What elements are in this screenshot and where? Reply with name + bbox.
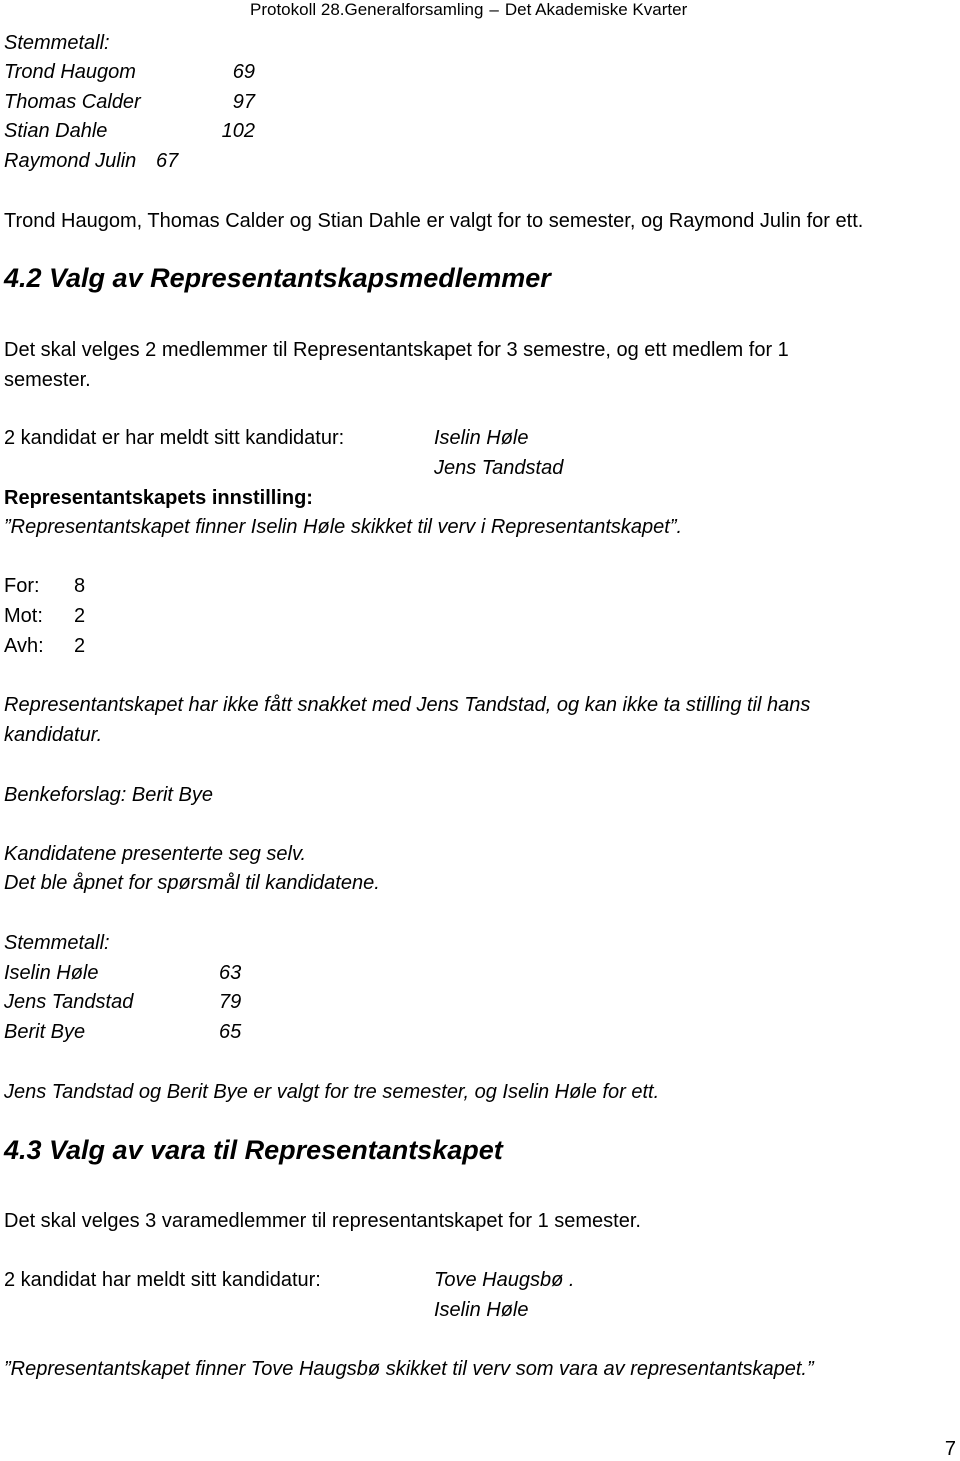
candidate-name: Jens Tandstad (434, 457, 564, 479)
header-title: Protokoll 28.Generalforsamling (250, 0, 484, 19)
vote-count: 67 (156, 150, 179, 172)
candidates-label: 2 kandidat har meldt sitt kandidatur: (4, 1269, 321, 1291)
header-organization: Det Akademiske Kvarter (504, 0, 688, 19)
tally-value: 2 (74, 605, 86, 627)
note-text-cont: kandidatur. (4, 724, 103, 746)
vote-name: Raymond Julin (4, 150, 137, 172)
votes-title: Stemmetall: (4, 932, 110, 954)
vote-count: 69 (232, 61, 255, 83)
presentation-note: Kandidatene presenterte seg selv. (4, 843, 307, 865)
vote-name: Jens Tandstad (4, 991, 134, 1013)
section-heading: 4.3 Valg av vara til Representantskapet (4, 1135, 503, 1165)
tally-label: Mot: (4, 605, 43, 627)
vote-name: Trond Haugom (4, 61, 136, 83)
section-intro-cont: semester. (4, 369, 91, 391)
header-separator: – (489, 0, 499, 19)
questions-note: Det ble åpnet for spørsmål til kandidate… (4, 872, 380, 894)
recommendation-text: ”Representantskapet finner Tove Haugsbø … (4, 1358, 814, 1380)
vote-count: 63 (219, 962, 242, 984)
page-header: Protokoll 28.Generalforsamling – Det Akade… (250, 0, 687, 20)
recommendation-label: Representantskapets innstilling: (4, 487, 313, 509)
vote-name: Iselin Høle (4, 962, 99, 984)
candidate-name: Tove Haugsbø . (434, 1269, 575, 1291)
tally-label: For: (4, 575, 40, 597)
section-intro: Det skal velges 3 varamedlemmer til repr… (4, 1210, 641, 1232)
vote-name: Thomas Calder (4, 91, 141, 113)
page-number: 7 (944, 1438, 956, 1460)
candidates-label: 2 kandidat er har meldt sitt kandidatur: (4, 427, 345, 449)
bench-proposal: Benkeforslag: Berit Bye (4, 784, 213, 806)
candidate-name: Iselin Høle (434, 1299, 529, 1321)
note-text: Representantskapet har ikke fått snakket… (4, 694, 811, 716)
vote-name: Berit Bye (4, 1021, 86, 1043)
vote-count: 79 (219, 991, 242, 1013)
vote-count: 65 (219, 1021, 242, 1043)
tally-value: 2 (74, 635, 86, 657)
tally-value: 8 (74, 575, 86, 597)
section-heading: 4.2 Valg av Representantskapsmedlemmer (4, 263, 551, 293)
tally-label: Avh: (4, 635, 44, 657)
section-intro: Det skal velges 2 medlemmer til Represen… (4, 339, 789, 361)
votes-title: Stemmetall: (4, 32, 110, 54)
candidate-name: Iselin Høle (434, 427, 529, 449)
recommendation-text: ”Representantskapet finner Iselin Høle s… (4, 516, 683, 538)
election-result: Jens Tandstad og Berit Bye er valgt for … (4, 1081, 660, 1103)
vote-count: 102 (221, 120, 255, 142)
vote-name: Stian Dahle (4, 120, 108, 142)
election-result: Trond Haugom, Thomas Calder og Stian Dah… (4, 210, 864, 232)
vote-count: 97 (232, 91, 255, 113)
